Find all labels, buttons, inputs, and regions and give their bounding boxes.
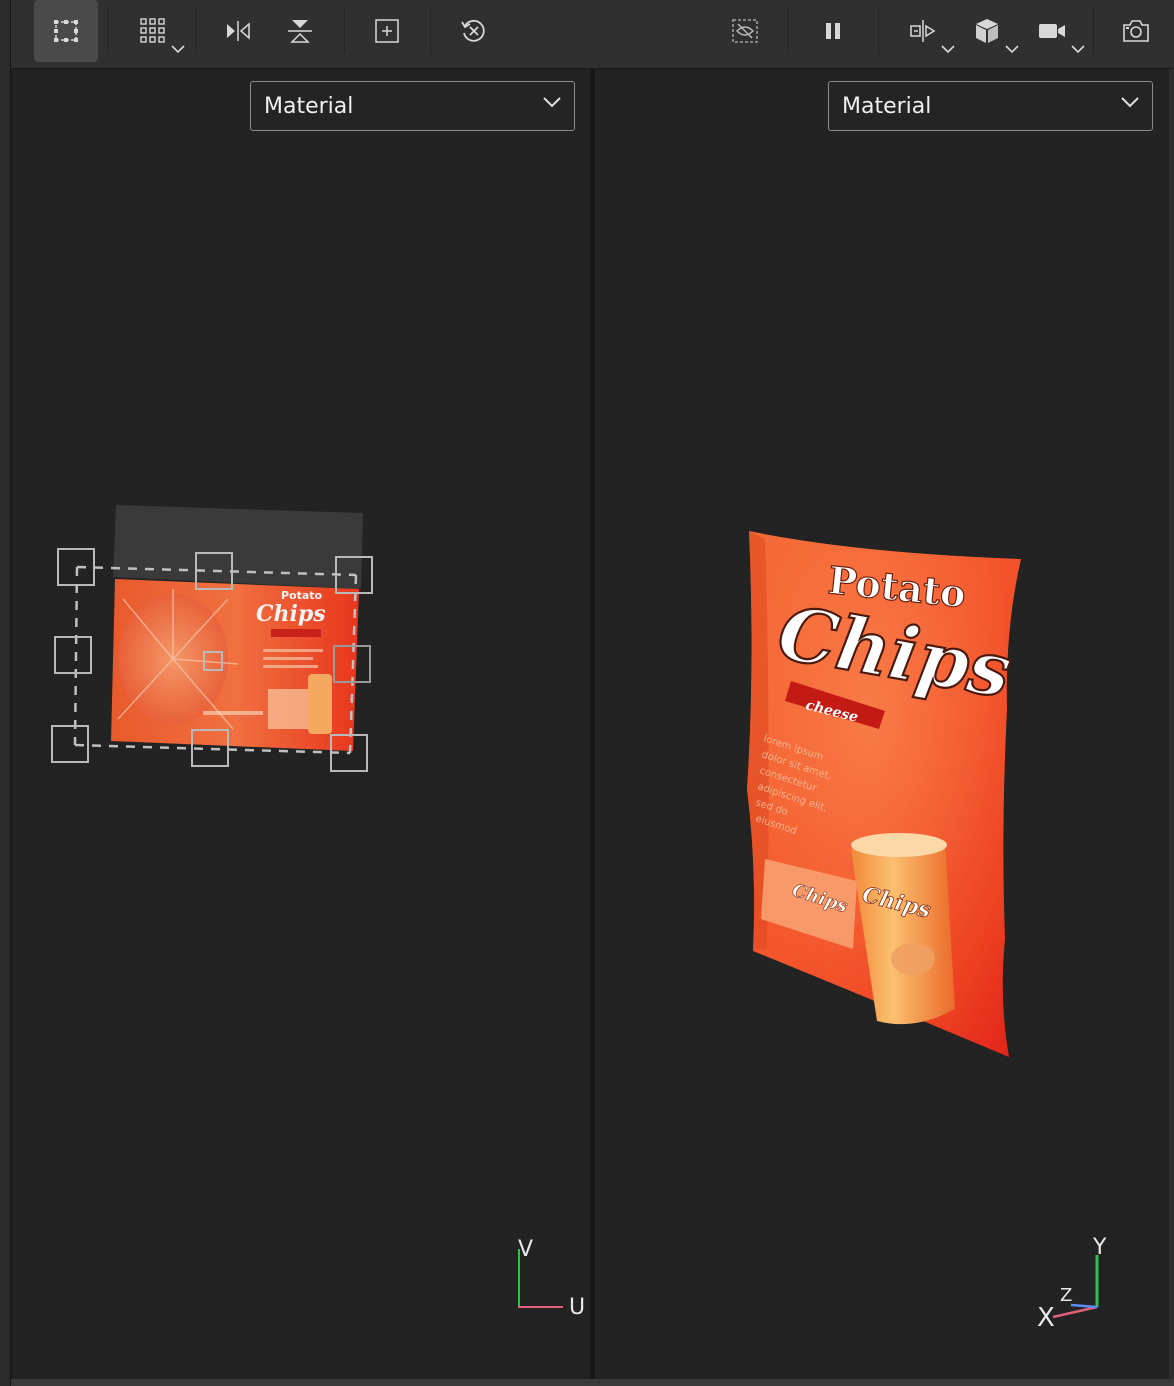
viewport-right-edge [1169,69,1174,1379]
mirror-vertical-button[interactable] [273,0,327,62]
x-axis-label: X [1037,1303,1055,1333]
reset-icon [461,19,485,42]
uv-handle-middle-right[interactable] [333,645,371,683]
video-camera-icon [1039,24,1065,38]
v-axis-label: V [518,1237,534,1262]
toolbar-separator [430,8,431,54]
3d-viewport[interactable]: Material Potato Chips cheese lorem ipsum… [595,69,1169,1379]
toolbar-separator [878,8,879,54]
pause-button[interactable] [804,0,862,62]
cube-icon [976,19,998,43]
mirror-horizontal-button[interactable] [211,0,265,62]
toolbar-separator [1093,8,1094,54]
uv-title-large: Chips [256,601,326,627]
toolbar-separator [108,8,109,54]
symmetry-icon [910,20,936,42]
uv-handle-top-center[interactable] [195,552,233,590]
left-panel-edge [0,0,11,1386]
photo-camera-icon [1123,20,1149,42]
chevron-down-icon [941,45,955,54]
viewport-toolbar [11,0,1174,69]
chevron-down-icon [1071,45,1085,54]
toolbar-separator [344,8,345,54]
box-select-icon [54,20,78,42]
uv-handle-top-right[interactable] [335,556,373,594]
chevron-down-icon [1005,45,1019,54]
grid-snap-button[interactable] [123,0,185,62]
screenshot-button[interactable] [1107,0,1165,62]
hide-selection-button[interactable] [716,0,774,62]
toolbar-separator [788,8,789,54]
uv-handle-bottom-left[interactable] [51,725,89,763]
flip-horizontal-icon [227,21,250,41]
uv-editor-viewport[interactable]: Material Potato Chips V U [13,69,590,1379]
chips-bag-model[interactable]: Potato Chips cheese lorem ipsum dolor si… [595,69,1169,1379]
uv-texture-preview: Potato Chips [111,505,363,751]
uv-handle-top-left[interactable] [57,548,95,586]
toolbar-separator [195,8,196,54]
uv-island[interactable]: Potato Chips [13,69,590,1379]
flip-vertical-icon [288,20,312,43]
bottom-status-strip [11,1379,1174,1386]
uv-handle-bottom-right[interactable] [330,734,368,772]
box-select-button[interactable] [34,0,98,62]
uv-handle-bottom-center[interactable] [191,729,229,767]
center-pivot-button[interactable] [359,0,415,62]
uv-pivot-handle[interactable] [203,651,223,671]
grid-icon [140,18,165,43]
chevron-down-icon [171,45,185,54]
z-axis-label: Z [1060,1285,1073,1306]
camera-button[interactable] [1021,0,1085,62]
hide-eye-icon [732,19,758,43]
symmetry-button[interactable] [893,0,955,62]
display-mode-button[interactable] [957,0,1019,62]
reset-transform-button[interactable] [445,0,503,62]
u-axis-label: U [569,1295,586,1320]
y-axis-label: Y [1093,1235,1107,1260]
uv-handle-middle-left[interactable] [54,636,92,674]
center-icon [375,19,399,43]
pause-icon [826,23,840,39]
